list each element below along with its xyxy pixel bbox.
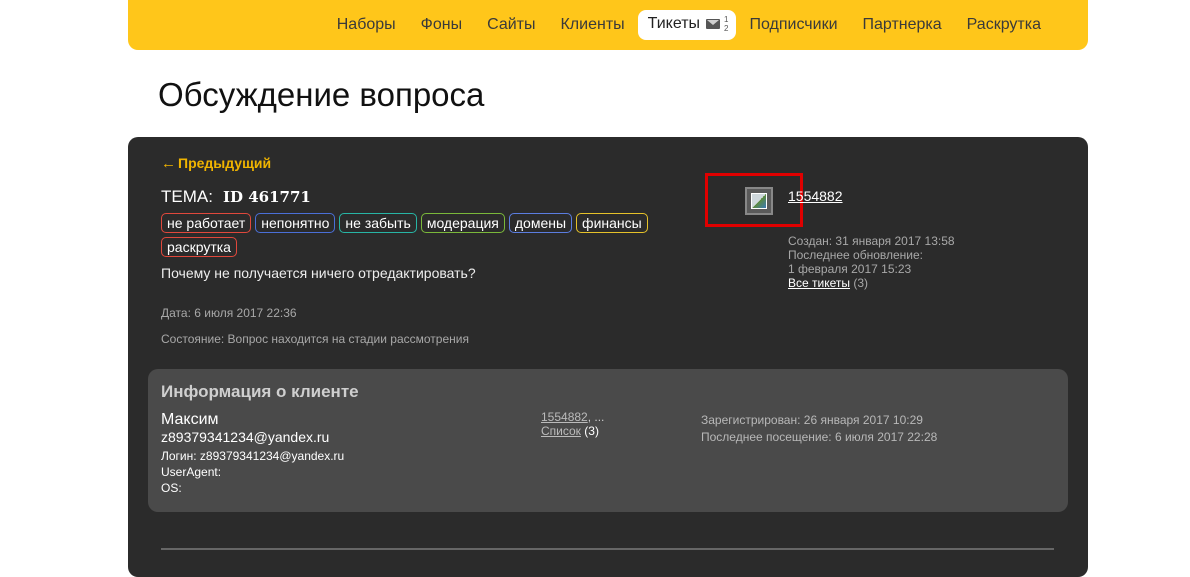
ticket-panel: ← Предыдущий ТЕМА: ID 461771 не работает не… xyxy=(128,137,1088,577)
envelope-icon xyxy=(706,19,721,29)
divider xyxy=(161,548,1054,550)
client-list-row: Список (3) xyxy=(541,424,604,438)
client-account-link[interactable]: 1554882 xyxy=(541,410,588,424)
ticket-subject: ТЕМА: ID 461771 xyxy=(161,187,311,207)
ticket-tag[interactable]: непонятно xyxy=(255,213,336,233)
client-info-title: Информация о клиенте xyxy=(161,382,359,401)
nav-item-sets[interactable]: Наборы xyxy=(325,10,408,40)
client-name: Максим xyxy=(161,411,219,428)
nav-item-tickets-label: Тикеты xyxy=(647,15,701,32)
client-email: z89379341234@yandex.ru xyxy=(161,429,330,445)
nav-item-subscribers[interactable]: Подписчики xyxy=(737,10,849,40)
nav-item-clients[interactable]: Клиенты xyxy=(548,10,636,40)
broken-image-icon xyxy=(751,193,767,209)
ticket-date: Дата: 6 июля 2017 22:36 xyxy=(161,306,297,320)
user-updated-value: 1 февраля 2017 15:23 xyxy=(788,262,912,276)
client-list-link[interactable]: Список xyxy=(541,424,581,438)
main-nav: Наборы Фоны Сайты Клиенты Тикеты 1 2 Под… xyxy=(324,10,1053,40)
user-created: Создан: 31 января 2017 13:58 xyxy=(788,234,955,248)
client-list-count: (3) xyxy=(580,424,599,438)
avatar[interactable] xyxy=(745,187,773,215)
ticket-id: ID 461771 xyxy=(222,188,311,206)
ticket-tag[interactable]: модерация xyxy=(420,213,505,233)
previous-ticket-link[interactable]: ← Предыдущий xyxy=(161,155,271,172)
ticket-tags: не работает непонятно не забыть модерация до… xyxy=(161,213,661,261)
top-navigation-bar: Наборы Фоны Сайты Клиенты Тикеты 1 2 Под… xyxy=(128,0,1088,50)
all-tickets-count: (3) xyxy=(853,276,869,290)
nav-item-sites[interactable]: Сайты xyxy=(475,10,547,40)
user-meta: Создан: 31 января 2017 13:58 Последнее о… xyxy=(788,234,955,290)
ticket-tag[interactable]: не работает xyxy=(161,213,252,233)
client-last-visit: Последнее посещение: 6 июля 2017 22:28 xyxy=(701,430,938,444)
ticket-tag[interactable]: раскрутка xyxy=(161,237,237,257)
ticket-question: Почему не получается ничего отредактиров… xyxy=(161,265,476,281)
client-account-row: 1554882, ... xyxy=(541,410,604,424)
arrow-left-icon: ← xyxy=(161,155,176,172)
client-dates: Зарегистрирован: 26 января 2017 10:29 По… xyxy=(701,412,937,446)
client-info-card: Информация о клиенте Максим z89379341234… xyxy=(148,369,1068,512)
ticket-count-top: 1 xyxy=(724,15,729,24)
client-accounts: 1554882, ... Список (3) xyxy=(541,410,604,438)
client-account-more: , ... xyxy=(587,410,605,424)
ticket-tag[interactable]: домены xyxy=(508,213,573,233)
previous-ticket-label: Предыдущий xyxy=(178,155,272,171)
client-login: Логин: z89379341234@yandex.ru xyxy=(161,449,345,463)
ticket-count-bottom: 2 xyxy=(724,24,729,33)
ticket-tag[interactable]: финансы xyxy=(576,213,648,233)
client-useragent: UserAgent: xyxy=(161,465,222,479)
nav-item-tickets[interactable]: Тикеты 1 2 xyxy=(637,10,737,40)
nav-item-partner[interactable]: Партнерка xyxy=(851,10,954,40)
ticket-tag[interactable]: не забыть xyxy=(339,213,417,233)
ticket-counts: 1 2 xyxy=(724,15,728,33)
ticket-state: Состояние: Вопрос находится на стадии ра… xyxy=(161,332,469,346)
tema-label: ТЕМА: xyxy=(161,187,213,206)
page-title: Обсуждение вопроса xyxy=(158,76,485,113)
client-os: OS: xyxy=(161,481,182,495)
all-tickets-link[interactable]: Все тикеты xyxy=(788,276,850,290)
user-updated-label: Последнее обновление: xyxy=(788,248,923,262)
client-registered: Зарегистрирован: 26 января 2017 10:29 xyxy=(701,413,923,427)
nav-item-promotion[interactable]: Раскрутка xyxy=(955,10,1053,40)
all-tickets-row: Все тикеты (3) xyxy=(788,276,955,290)
user-id-link[interactable]: 1554882 xyxy=(788,188,843,204)
nav-item-backgrounds[interactable]: Фоны xyxy=(409,10,474,40)
